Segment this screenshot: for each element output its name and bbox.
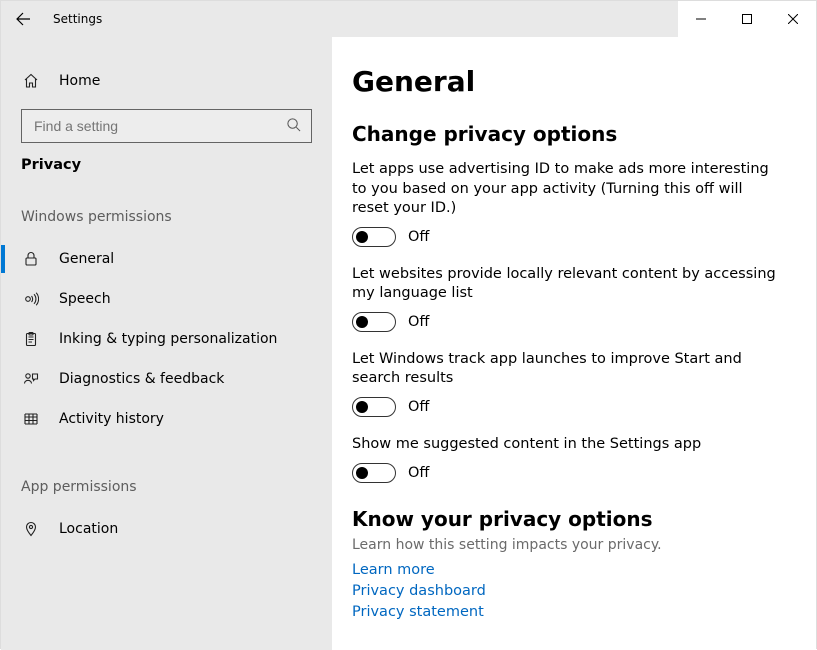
window-title: Settings	[45, 1, 678, 37]
know-text: Learn how this setting impacts your priv…	[352, 537, 786, 553]
toggle-state-label: Off	[408, 399, 429, 415]
setting-description: Let websites provide locally relevant co…	[352, 265, 782, 304]
minimize-button[interactable]	[678, 1, 724, 37]
link-privacy-dashboard[interactable]: Privacy dashboard	[352, 583, 486, 599]
close-button[interactable]	[770, 1, 816, 37]
toggle-row: Off	[352, 463, 786, 483]
speech-icon	[21, 291, 41, 307]
clipboard-icon	[21, 331, 41, 347]
toggle-switch[interactable]	[352, 312, 396, 332]
history-icon	[21, 411, 41, 427]
sidebar-item-label: Diagnostics & feedback	[59, 371, 224, 387]
sidebar-item-label: Inking & typing personalization	[59, 331, 277, 347]
sidebar-item-label: Home	[59, 73, 100, 89]
toggle-row: Off	[352, 397, 786, 417]
back-button[interactable]	[1, 1, 45, 37]
content-pane: General Change privacy options Let apps …	[332, 37, 816, 650]
sidebar-item-activity-history[interactable]: Activity history	[1, 399, 332, 439]
section-title: Change privacy options	[352, 122, 786, 146]
sidebar-item-label: Activity history	[59, 411, 164, 427]
toggle-row: Off	[352, 227, 786, 247]
group-header-app-permissions: App permissions	[1, 479, 332, 495]
sidebar-item-diagnostics-feedback[interactable]: Diagnostics & feedback	[1, 359, 332, 399]
search-box[interactable]	[21, 109, 312, 143]
category-title: Privacy	[1, 157, 332, 173]
sidebar-item-location[interactable]: Location	[1, 509, 332, 549]
toggle-switch[interactable]	[352, 397, 396, 417]
close-icon	[788, 14, 798, 24]
setting-description: Let apps use advertising ID to make ads …	[352, 160, 782, 219]
minimize-icon	[696, 14, 706, 24]
sidebar-item-label: Speech	[59, 291, 111, 307]
search-icon	[286, 117, 301, 136]
setting-description: Show me suggested content in the Setting…	[352, 435, 782, 455]
toggle-state-label: Off	[408, 229, 429, 245]
know-header: Know your privacy options	[352, 507, 786, 531]
sidebar-item-speech[interactable]: Speech	[1, 279, 332, 319]
sidebar-item-inking-typing-personalization[interactable]: Inking & typing personalization	[1, 319, 332, 359]
maximize-button[interactable]	[724, 1, 770, 37]
toggle-state-label: Off	[408, 314, 429, 330]
toggle-row: Off	[352, 312, 786, 332]
sidebar-item-label: General	[59, 251, 114, 267]
maximize-icon	[742, 14, 752, 24]
setting-description: Let Windows track app launches to improv…	[352, 350, 782, 389]
toggle-state-label: Off	[408, 465, 429, 481]
sidebar-item-general[interactable]: General	[1, 239, 332, 279]
lock-icon	[21, 251, 41, 267]
search-input[interactable]	[32, 117, 286, 135]
feedback-icon	[21, 371, 41, 387]
sidebar: Home Privacy Windows permissions General…	[1, 37, 332, 650]
page-title: General	[352, 65, 786, 98]
location-icon	[21, 521, 41, 537]
toggle-switch[interactable]	[352, 463, 396, 483]
sidebar-item-label: Location	[59, 521, 118, 537]
link-privacy-statement[interactable]: Privacy statement	[352, 604, 484, 620]
sidebar-item-home[interactable]: Home	[1, 61, 332, 101]
link-learn-more[interactable]: Learn more	[352, 562, 435, 578]
titlebar: Settings	[1, 1, 816, 37]
toggle-switch[interactable]	[352, 227, 396, 247]
home-icon	[21, 73, 41, 89]
back-arrow-icon	[15, 11, 31, 27]
group-header-windows-permissions: Windows permissions	[1, 209, 332, 225]
